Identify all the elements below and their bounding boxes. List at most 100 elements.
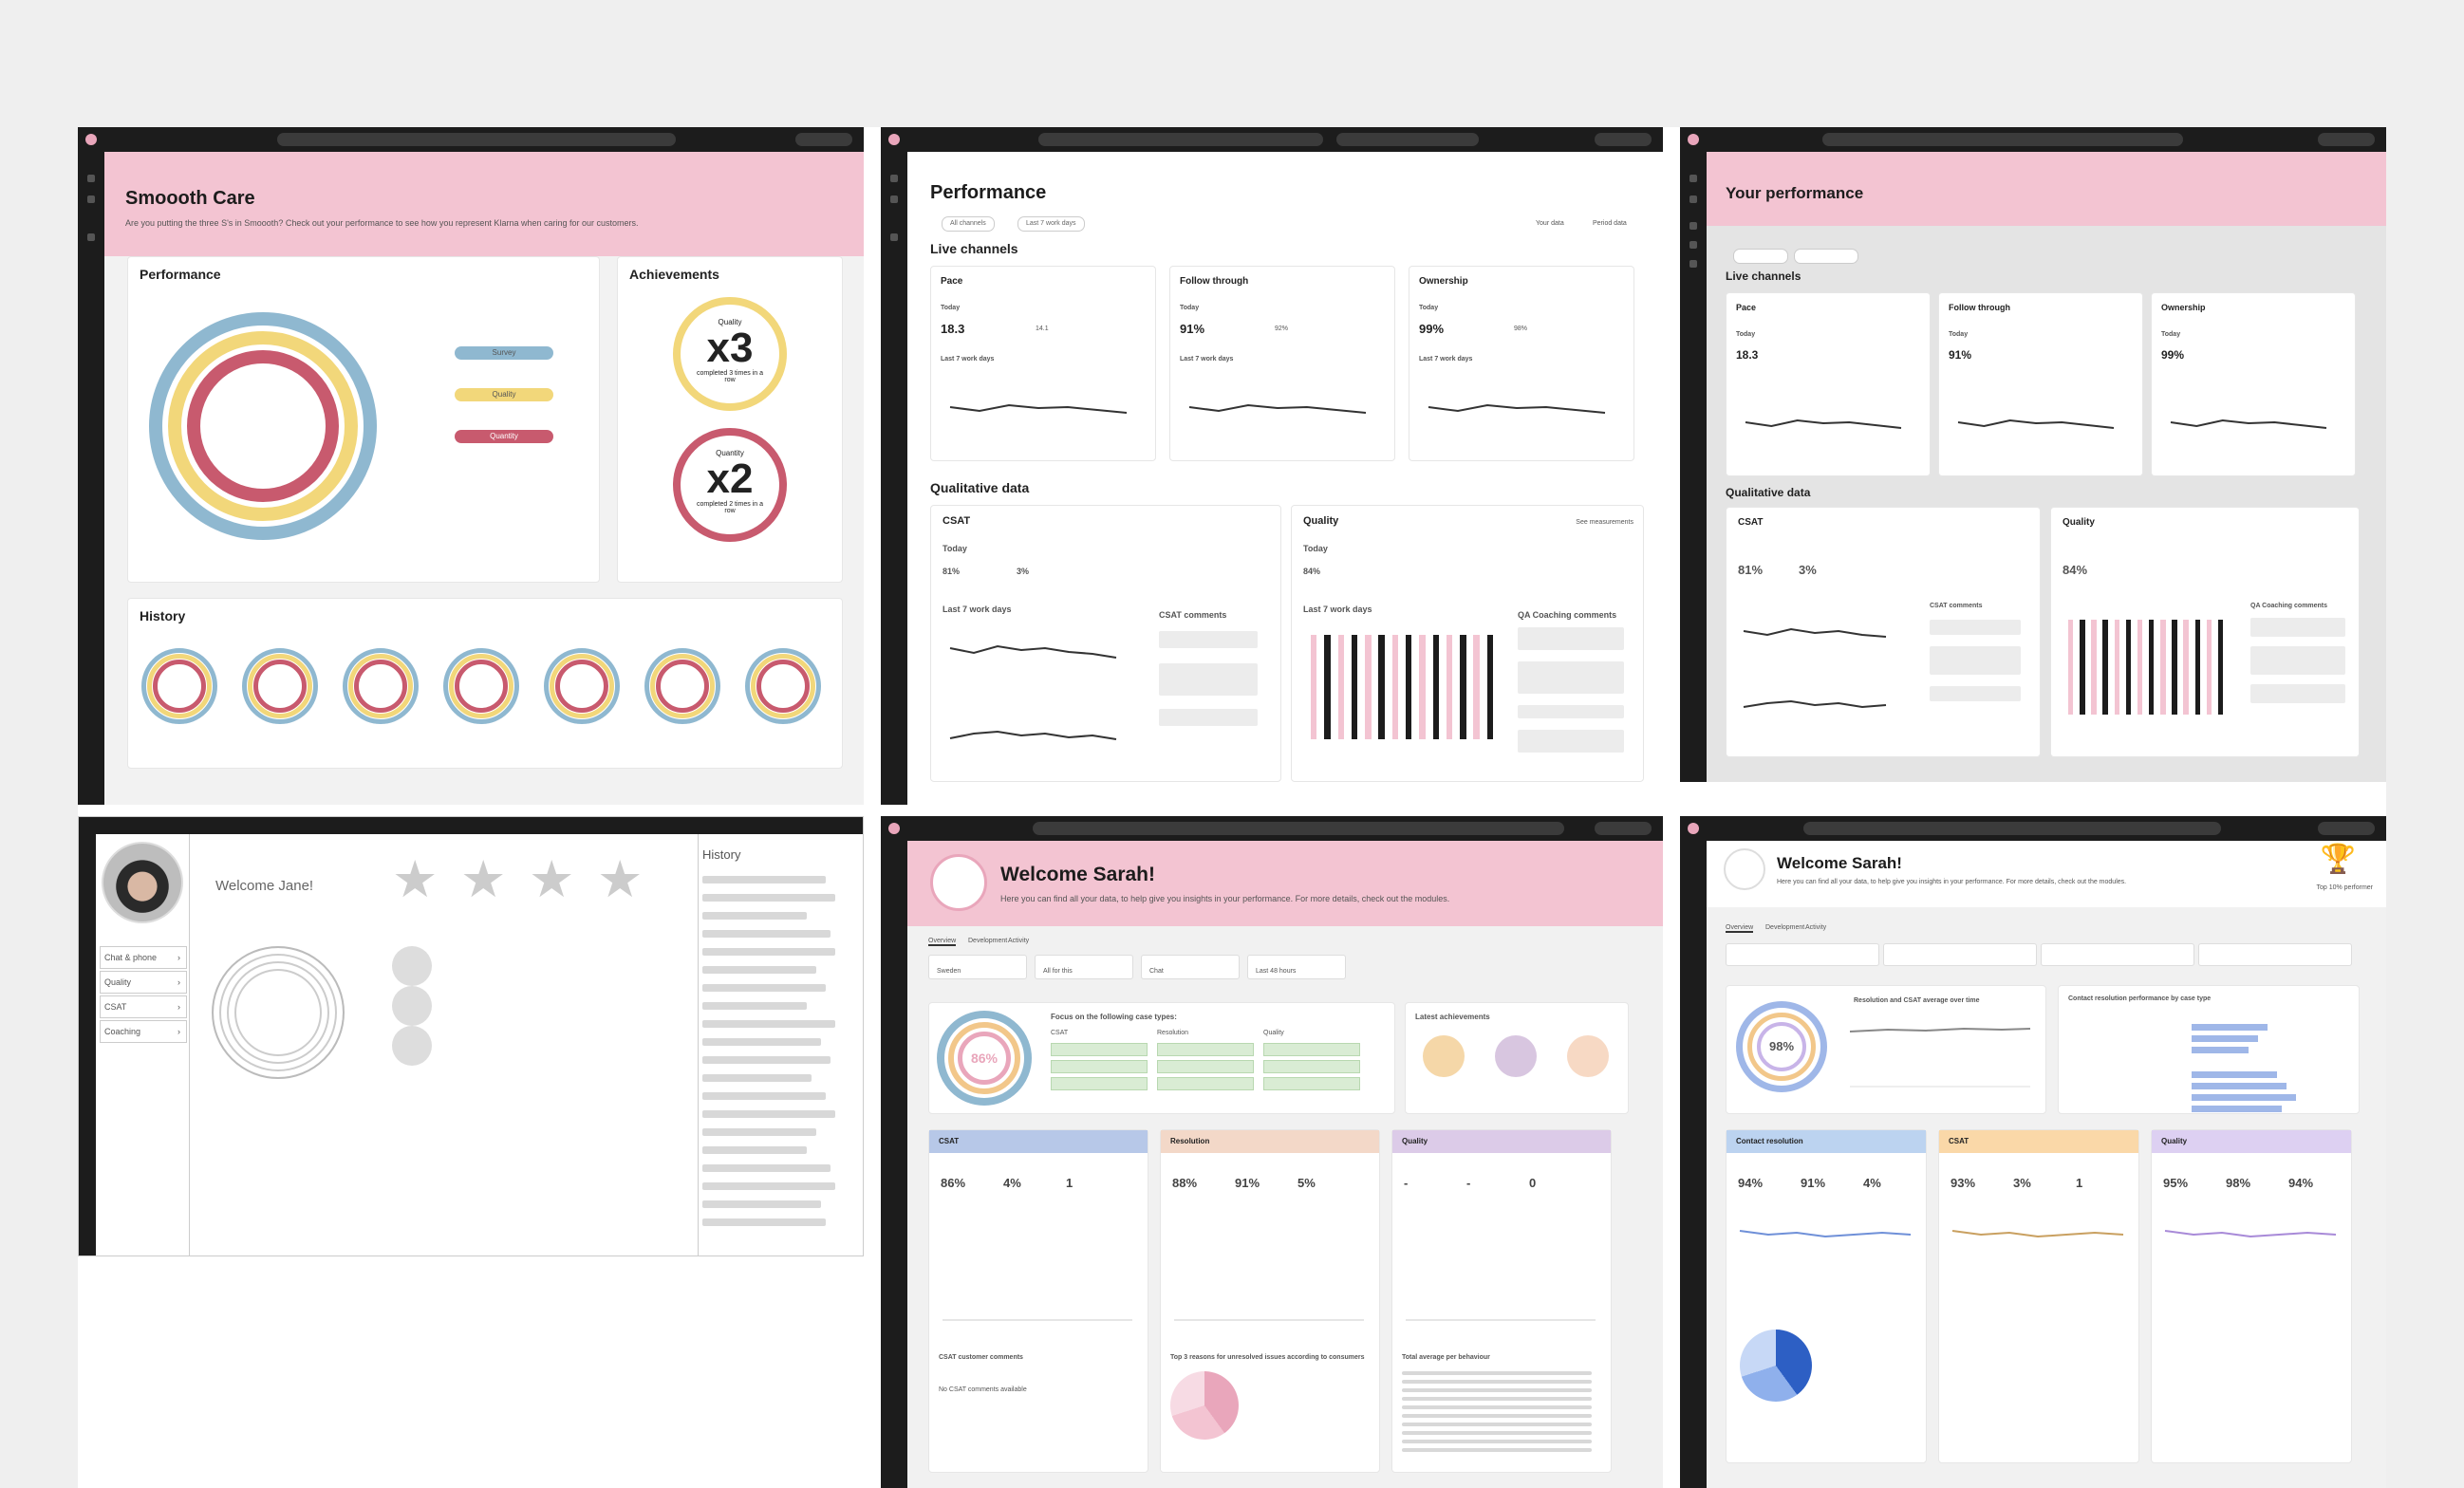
filter-select[interactable]: Chat — [1141, 955, 1240, 979]
history-title: History — [140, 608, 186, 623]
star-icon[interactable]: ★ — [529, 851, 574, 908]
behaviour-row — [1402, 1380, 1592, 1384]
tab-development[interactable]: Development — [1765, 924, 1804, 931]
tab-overview[interactable]: Overview — [1726, 924, 1754, 933]
history-panel: History — [698, 834, 863, 1256]
history-line — [702, 1056, 831, 1064]
nav-icon[interactable] — [890, 233, 898, 241]
send-button[interactable] — [1595, 133, 1652, 146]
send-button[interactable] — [2318, 133, 2375, 146]
menu-item[interactable]: Chat & phone › — [100, 946, 187, 969]
filter-select[interactable] — [2198, 943, 2352, 966]
search-input[interactable] — [1038, 133, 1323, 146]
send-button[interactable] — [795, 133, 852, 146]
avatar[interactable] — [102, 842, 183, 923]
filter-select[interactable]: All for this — [1035, 955, 1133, 979]
quantity-badge: Quantity x2 completed 2 times in a row — [673, 428, 787, 542]
filter-input[interactable] — [1336, 133, 1479, 146]
app-logo-icon[interactable] — [1688, 823, 1699, 834]
tab-activity[interactable]: Activity — [1805, 924, 1826, 931]
send-button[interactable] — [1595, 822, 1652, 835]
legend-quantity: Quantity — [455, 430, 553, 443]
total-average-title: Total average per behaviour — [1402, 1354, 1490, 1361]
nav-icon[interactable] — [890, 175, 898, 182]
app-logo-icon[interactable] — [888, 823, 900, 834]
comment-bubble — [1159, 663, 1258, 696]
quality-value: 84% — [1303, 567, 1321, 576]
tab-activity[interactable]: Activity — [1008, 938, 1029, 944]
star-icon[interactable]: ★ — [597, 851, 643, 908]
section-header: Quality — [2152, 1130, 2351, 1153]
chevron-right-icon: › — [177, 1002, 180, 1012]
header-white: Welcome Sarah! Here you can find all you… — [1707, 841, 2386, 907]
chevron-right-icon: › — [177, 977, 180, 987]
history-ring-quantity — [153, 660, 206, 713]
toggle-period-data[interactable]: Period data — [1593, 220, 1627, 227]
comment-bubble — [2250, 684, 2345, 703]
section-header: CSAT — [1939, 1130, 2138, 1153]
section-value: 95% — [2163, 1176, 2189, 1190]
quality-value: 84% — [2063, 563, 2088, 577]
nav-icon[interactable] — [1689, 241, 1697, 249]
quality-bar — [2160, 620, 2166, 715]
search-input[interactable] — [277, 133, 676, 146]
quality-bar — [2217, 620, 2224, 715]
app-logo-icon[interactable] — [85, 134, 97, 145]
filter-channels[interactable]: All channels — [942, 216, 995, 232]
quality-bar — [2172, 620, 2177, 715]
filter-select[interactable] — [2041, 943, 2194, 966]
menu-item[interactable]: Coaching › — [100, 1020, 187, 1043]
filter-select[interactable]: Sweden — [928, 955, 1027, 979]
quality-badge: Quality x3 completed 3 times in a row — [673, 297, 787, 411]
quality-bar-chart — [1311, 635, 1501, 739]
history-ring-quantity — [756, 660, 810, 713]
tab-development[interactable]: Development — [968, 938, 1007, 944]
app-logo-icon[interactable] — [888, 134, 900, 145]
case-bar — [2192, 1024, 2268, 1031]
quality-bar-chart — [2068, 620, 2230, 715]
history-ring-quantity — [455, 660, 508, 713]
search-input[interactable] — [1033, 822, 1564, 835]
badge-caption: completed 3 times in a row — [696, 370, 764, 383]
nav-icon[interactable] — [1689, 260, 1697, 268]
nav-icon[interactable] — [87, 233, 95, 241]
case-bar — [2192, 1106, 2282, 1112]
behaviour-row — [1402, 1423, 1592, 1426]
comment-bubble — [1518, 730, 1624, 753]
card-title: Follow through — [1949, 303, 2010, 312]
filter-select[interactable] — [1883, 943, 2037, 966]
star-icon[interactable]: ★ — [460, 851, 506, 908]
nav-icon[interactable] — [890, 195, 898, 203]
nav-icon[interactable] — [1689, 222, 1697, 230]
star-icon[interactable]: ★ — [392, 851, 438, 908]
card-delta: 98% — [1514, 326, 1528, 332]
send-button[interactable] — [2318, 822, 2375, 835]
toggle-your-data[interactable]: Your data — [1536, 220, 1564, 227]
menu-item[interactable]: Quality › — [100, 971, 187, 994]
see-measurements-link[interactable]: See measurements — [1576, 519, 1633, 526]
live-channel-card: Ownership Today 99% 98% Last 7 work days — [1409, 266, 1634, 461]
menu-item[interactable]: CSAT › — [100, 995, 187, 1018]
search-input[interactable] — [1822, 133, 2183, 146]
history-ring-quantity — [656, 660, 709, 713]
filter-period[interactable] — [1794, 249, 1858, 264]
app-logo-icon[interactable] — [1688, 134, 1699, 145]
focus-col-title: CSAT — [1051, 1030, 1069, 1036]
tab-overview[interactable]: Overview — [928, 938, 957, 946]
filter-channels[interactable] — [1733, 249, 1788, 264]
nav-icon[interactable] — [1689, 175, 1697, 182]
section-value: 5% — [1297, 1176, 1316, 1190]
nav-icon[interactable] — [87, 195, 95, 203]
filter-select[interactable]: Last 48 hours — [1247, 955, 1346, 979]
search-input[interactable] — [1803, 822, 2221, 835]
chart-label: Last 7 work days — [1180, 356, 1234, 363]
filter-select[interactable] — [1726, 943, 1879, 966]
history-line — [702, 1218, 826, 1226]
chart-label: Last 7 work days — [943, 604, 1012, 614]
history-line — [702, 1002, 807, 1010]
section-value: 91% — [1801, 1176, 1826, 1190]
filter-period[interactable]: Last 7 work days — [1017, 216, 1085, 232]
nav-icon[interactable] — [87, 175, 95, 182]
focus-row — [1157, 1077, 1254, 1090]
nav-icon[interactable] — [1689, 195, 1697, 203]
